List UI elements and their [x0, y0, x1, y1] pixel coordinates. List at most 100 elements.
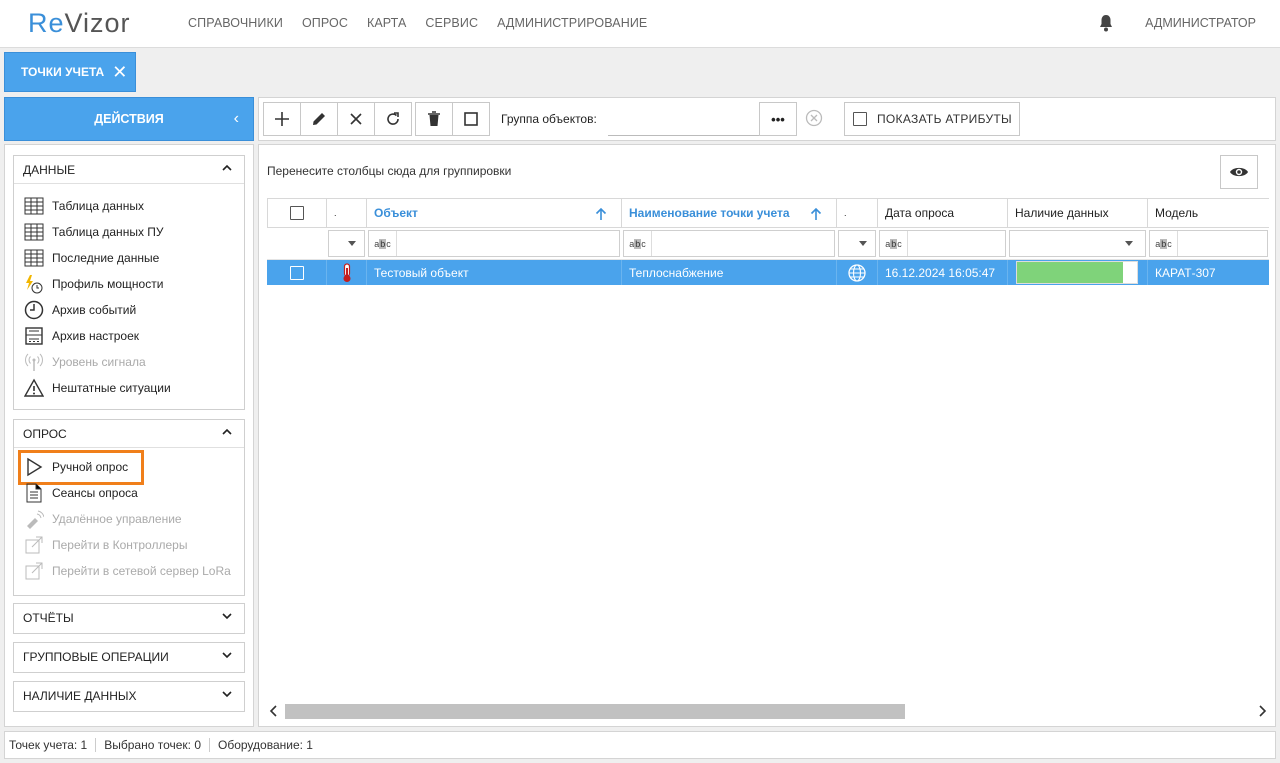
menu-poll-sessions[interactable]: Сеансы опроса — [14, 480, 244, 506]
actions-label: ДЕЙСТВИЯ — [94, 112, 164, 126]
chevron-left-icon[interactable] — [269, 705, 279, 717]
header-object[interactable]: Объект — [366, 199, 621, 227]
thermometer-icon — [343, 262, 350, 282]
trash-icon — [428, 111, 440, 126]
select-all-button[interactable] — [452, 102, 490, 136]
user-menu[interactable]: АДМИНИСТРАТОР — [1145, 16, 1256, 30]
chevron-right-icon[interactable] — [1257, 705, 1267, 717]
nav-references[interactable]: СПРАВОЧНИКИ — [188, 16, 283, 30]
column-visibility-button[interactable] — [1220, 155, 1258, 189]
chevron-down-icon[interactable] — [222, 611, 232, 621]
globe-icon — [848, 263, 866, 282]
table-icon — [24, 196, 44, 216]
menu-data-table-pu[interactable]: Таблица данных ПУ — [14, 219, 244, 245]
close-icon — [350, 113, 362, 125]
horizontal-scrollbar[interactable] — [267, 701, 1269, 721]
header-point-name[interactable]: Наименование точки учета — [621, 199, 836, 227]
menu-go-lora[interactable]: Перейти в сетевой сервер LoRa — [14, 558, 244, 584]
dropdown-arrow-icon — [859, 241, 867, 246]
row-connection-cell — [836, 260, 877, 285]
antenna-icon — [24, 352, 44, 372]
menu-signal-level[interactable]: Уровень сигнала — [14, 349, 244, 375]
actions-button[interactable]: ДЕЙСТВИЯ ‹ — [4, 97, 254, 141]
menu-settings-archive[interactable]: Архив настроек — [14, 323, 244, 349]
nav-administration[interactable]: АДМИНИСТРИРОВАНИЕ — [497, 16, 647, 30]
menu-power-profile[interactable]: Профиль мощности — [14, 271, 244, 297]
app-logo[interactable]: ReVizor — [28, 8, 131, 39]
header-type[interactable]: . — [326, 199, 366, 227]
checkbox-icon — [464, 112, 478, 126]
menu-last-data[interactable]: Последние данные — [14, 245, 244, 271]
checkbox-icon — [853, 112, 867, 126]
menu-remote-control[interactable]: Удалённое управление — [14, 506, 244, 532]
close-icon[interactable]: ✕ — [112, 63, 127, 81]
row-type-cell — [326, 260, 366, 285]
section-poll-header[interactable]: ОПРОС — [14, 420, 244, 448]
nav-map[interactable]: КАРТА — [367, 16, 406, 30]
add-button[interactable] — [263, 102, 301, 136]
chevron-up-icon[interactable] — [222, 163, 232, 173]
play-icon — [24, 457, 44, 477]
data-grid: . Объект Наименование точки учета . Дата… — [267, 198, 1269, 285]
header-poll-date[interactable]: Дата опроса — [877, 199, 1007, 227]
filter-model[interactable]: abc — [1147, 228, 1269, 259]
document-icon — [24, 483, 44, 503]
tab-metering-points[interactable]: ТОЧКИ УЧЕТА ✕ — [4, 52, 136, 92]
grid-header: . Объект Наименование точки учета . Дата… — [267, 198, 1269, 228]
group-drop-zone[interactable]: Перенесите столбцы сюда для группировки — [267, 164, 511, 178]
chevron-up-icon[interactable] — [222, 427, 232, 437]
nav-service[interactable]: СЕРВИС — [425, 16, 478, 30]
section-poll: ОПРОС Ручной опрос Сеансы опроса Удалённ… — [13, 419, 245, 596]
menu-event-archive[interactable]: Архив событий — [14, 297, 244, 323]
pencil-icon — [313, 113, 325, 125]
row-checkbox[interactable] — [267, 260, 326, 285]
trash-button[interactable] — [415, 102, 453, 136]
filter-type[interactable] — [326, 228, 366, 259]
menu-emergencies[interactable]: Нештатные ситуации — [14, 375, 244, 401]
header-data-presence[interactable]: Наличие данных — [1007, 199, 1147, 227]
status-equipment-count: Оборудование: 1 — [218, 738, 313, 752]
menu-go-controllers[interactable]: Перейти в Контроллеры — [14, 532, 244, 558]
section-data-presence[interactable]: НАЛИЧИЕ ДАННЫХ — [13, 681, 245, 712]
refresh-button[interactable] — [374, 102, 412, 136]
eye-icon — [1230, 167, 1248, 177]
warning-icon — [24, 378, 44, 398]
header-model[interactable]: Модель — [1147, 199, 1269, 227]
more-button[interactable]: ••• — [759, 102, 797, 136]
clear-circle-icon[interactable] — [805, 109, 823, 127]
section-data-header[interactable]: ДАННЫЕ — [14, 156, 244, 184]
chevron-down-icon[interactable] — [222, 689, 232, 699]
left-panel: ДАННЫЕ Таблица данных Таблица данных ПУ … — [4, 144, 254, 727]
filter-data-presence[interactable] — [1007, 228, 1147, 259]
filter-poll-date[interactable]: abc — [877, 228, 1007, 259]
arrow-up-icon — [810, 207, 822, 220]
row-point-name: Теплоснабжение — [621, 260, 836, 285]
scrollbar-thumb[interactable] — [285, 704, 905, 719]
object-group-input[interactable] — [608, 102, 760, 136]
menu-data-table[interactable]: Таблица данных — [14, 193, 244, 219]
table-icon — [24, 248, 44, 268]
section-data: ДАННЫЕ Таблица данных Таблица данных ПУ … — [13, 155, 245, 410]
menu-manual-poll[interactable]: Ручной опрос — [14, 454, 244, 480]
printer-icon — [24, 326, 44, 346]
nav-poll[interactable]: ОПРОС — [302, 16, 348, 30]
edit-button[interactable] — [300, 102, 338, 136]
show-attributes-button[interactable]: ПОКАЗАТЬ АТРИБУТЫ — [844, 102, 1020, 136]
section-reports[interactable]: ОТЧЁТЫ — [13, 603, 245, 634]
bell-icon[interactable] — [1098, 14, 1114, 32]
header-select-all[interactable] — [267, 199, 326, 227]
section-group-operations[interactable]: ГРУППОВЫЕ ОПЕРАЦИИ — [13, 642, 245, 673]
remote-control-icon — [24, 509, 44, 529]
checkbox-icon — [290, 206, 304, 220]
header-connection[interactable]: . — [836, 199, 877, 227]
chevron-down-icon[interactable] — [222, 650, 232, 660]
filter-point-name[interactable]: abc — [621, 228, 836, 259]
toolbar: Группа объектов: ••• ПОКАЗАТЬ АТРИБУТЫ — [258, 97, 1276, 141]
plus-icon — [275, 112, 289, 126]
filter-connection[interactable] — [836, 228, 877, 259]
delete-cross-button[interactable] — [337, 102, 375, 136]
table-row[interactable]: Тестовый объект Теплоснабжение 16.12.202… — [267, 260, 1269, 285]
chevron-left-icon[interactable]: ‹ — [234, 110, 239, 128]
filter-object[interactable]: abc — [366, 228, 621, 259]
presence-bar — [1016, 261, 1138, 284]
